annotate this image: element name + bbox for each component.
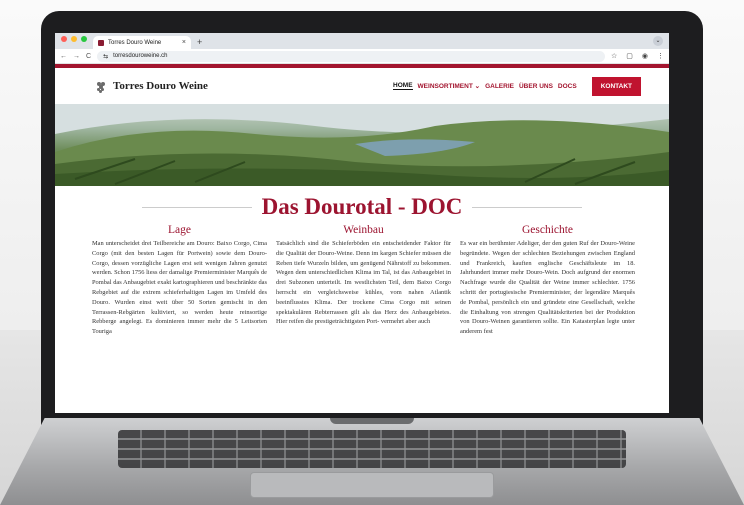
hero-landscape-image (55, 104, 669, 186)
nav-docs[interactable]: DOCS (558, 83, 577, 90)
chevron-down-icon: ⌄ (474, 83, 481, 90)
favicon-icon (98, 39, 104, 46)
column-text: Tatsächlich sind die Schieferböden ein e… (276, 240, 451, 326)
new-tab-button[interactable]: + (191, 37, 208, 49)
site-info-icon[interactable]: ⇆ (103, 53, 108, 60)
column-geschichte: Geschichte Es war ein berühmter Adeliger… (460, 224, 635, 337)
laptop-screen: Torres Douro Weine × + ⌄ ← → C ⇆ torresd… (55, 33, 669, 413)
profile-icon[interactable]: ◉ (642, 52, 648, 60)
browser-tab[interactable]: Torres Douro Weine × (93, 36, 191, 49)
column-weinbau: Weinbau Tatsächlich sind die Schieferböd… (276, 224, 451, 337)
brand-name: Torres Douro Weine (113, 80, 208, 92)
nav-ueber-uns[interactable]: ÜBER UNS (519, 83, 553, 90)
nav-weinsortiment[interactable]: WEINSORTIMENT ⌄ (418, 82, 481, 90)
column-text: Es war ein berühmter Adeliger, der den g… (460, 240, 635, 336)
browser-toolbar: ← → C ⇆ torresdouroweine.ch ☆ ▢ ◉ ⋮ (55, 49, 669, 64)
tab-search-icon[interactable]: ⌄ (653, 36, 663, 46)
bookmark-star-icon[interactable]: ☆ (611, 52, 617, 60)
address-bar[interactable]: ⇆ torresdouroweine.ch (97, 50, 605, 62)
trackpad (250, 472, 494, 498)
tab-title: Torres Douro Weine (108, 39, 162, 46)
column-title: Lage (168, 224, 191, 236)
nav-home[interactable]: HOME (393, 82, 413, 90)
maximize-window-icon[interactable] (81, 36, 87, 42)
column-title: Weinbau (343, 224, 384, 236)
window-controls (55, 33, 93, 49)
column-text: Man unterscheidet drei Teilbereiche am D… (92, 240, 267, 336)
divider (141, 206, 252, 208)
url-text: torresdouroweine.ch (113, 53, 168, 59)
page-title: Das Dourotal - DOC (261, 194, 463, 219)
kontakt-button[interactable]: KONTAKT (591, 76, 641, 96)
nav-weinsortiment-label: WEINSORTIMENT (417, 83, 473, 90)
tab-close-icon[interactable]: × (182, 39, 186, 46)
browser-tab-bar: Torres Douro Weine × + ⌄ (55, 33, 669, 49)
extensions-icon[interactable]: ▢ (626, 52, 633, 60)
section-heading: Das Dourotal - DOC (55, 194, 669, 220)
forward-icon[interactable]: → (73, 53, 80, 60)
vineyard-illustration (55, 104, 669, 186)
column-title: Geschichte (521, 224, 574, 236)
reload-icon[interactable]: C (86, 53, 91, 60)
grape-icon (97, 80, 106, 93)
site-logo[interactable]: Torres Douro Weine (97, 80, 208, 93)
laptop-hinge (330, 418, 414, 424)
content-columns: Lage Man unterscheidet drei Teilbereiche… (55, 220, 669, 337)
column-lage: Lage Man unterscheidet drei Teilbereiche… (92, 224, 267, 337)
divider (472, 206, 583, 208)
minimize-window-icon[interactable] (71, 36, 77, 42)
nav-galerie[interactable]: GALERIE (485, 83, 514, 90)
main-nav: HOME WEINSORTIMENT ⌄ GALERIE ÜBER UNS DO… (393, 76, 641, 96)
keyboard (118, 430, 626, 468)
back-icon[interactable]: ← (60, 53, 67, 60)
site-header: Torres Douro Weine HOME WEINSORTIMENT ⌄ … (55, 68, 669, 104)
close-window-icon[interactable] (61, 36, 67, 42)
menu-icon[interactable]: ⋮ (657, 52, 664, 60)
